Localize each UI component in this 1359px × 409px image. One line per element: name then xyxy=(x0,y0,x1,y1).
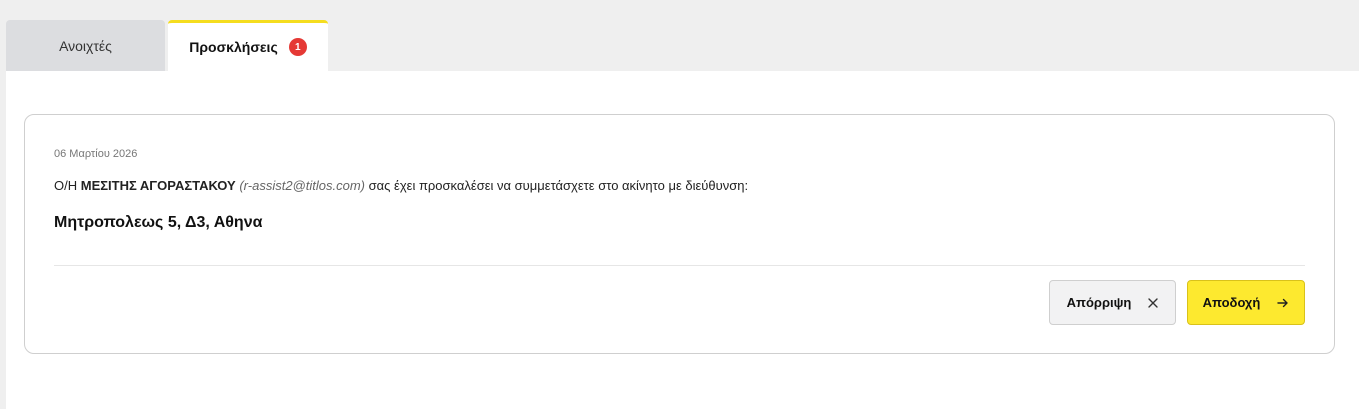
message-prefix: Ο/Η xyxy=(54,178,78,193)
reject-button[interactable]: Απόρριψη xyxy=(1049,280,1176,325)
accept-button[interactable]: Αποδοχή xyxy=(1187,280,1305,325)
invitations-count-badge: 1 xyxy=(288,38,307,56)
close-icon xyxy=(1148,297,1159,308)
invitations-panel: 06 Μαρτίου 2026 Ο/Η ΜΕΣΙΤΗΣ ΑΓΟΡΑΣΤΑΚΟΥ … xyxy=(6,71,1359,409)
tab-bar: Ανοιχτές Προσκλήσεις 1 xyxy=(6,20,328,71)
invitation-card: 06 Μαρτίου 2026 Ο/Η ΜΕΣΙΤΗΣ ΑΓΟΡΑΣΤΑΚΟΥ … xyxy=(24,114,1335,354)
accept-button-label: Αποδοχή xyxy=(1202,295,1261,310)
invitation-date: 06 Μαρτίου 2026 xyxy=(54,148,138,160)
message-suffix: σας έχει προσκαλέσει να συμμετάσχετε στο… xyxy=(368,178,749,193)
property-address: Μητροπολεως 5, Δ3, Αθηνα xyxy=(54,214,263,231)
tab-open-label: Ανοιχτές xyxy=(59,37,112,54)
inviter-name: ΜΕΣΙΤΗΣ ΑΓΟΡΑΣΤΑΚΟΥ xyxy=(80,178,236,193)
card-divider xyxy=(54,265,1305,266)
tab-invitations[interactable]: Προσκλήσεις 1 xyxy=(168,20,328,71)
tab-invitations-label: Προσκλήσεις xyxy=(189,39,278,55)
invitation-message: Ο/Η ΜΕΣΙΤΗΣ ΑΓΟΡΑΣΤΑΚΟΥ (r-assist2@titlo… xyxy=(54,178,748,193)
inviter-email: (r-assist2@titlos.com) xyxy=(239,178,365,193)
reject-button-label: Απόρριψη xyxy=(1066,295,1132,310)
arrow-right-icon xyxy=(1277,298,1289,308)
tab-open[interactable]: Ανοιχτές xyxy=(6,20,165,71)
